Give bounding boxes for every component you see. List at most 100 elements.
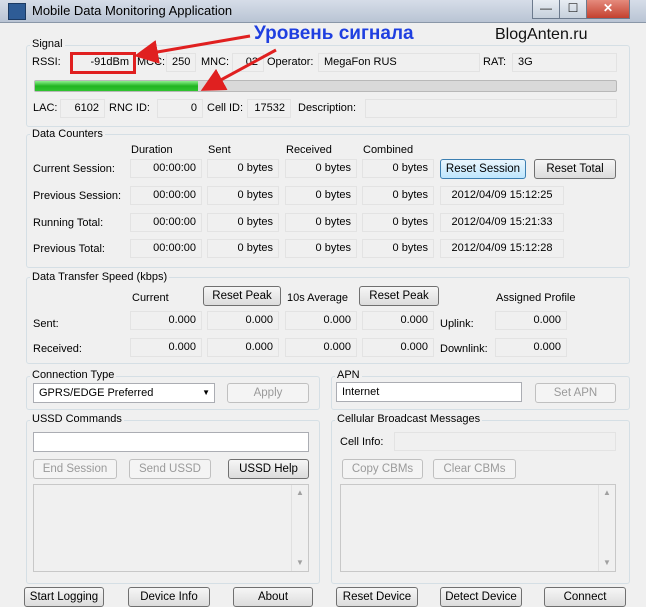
running-total-received: 0 bytes	[285, 213, 357, 232]
cell-id-value: 17532	[247, 99, 291, 118]
speed-group-label: Data Transfer Speed (kbps)	[30, 271, 170, 283]
device-info-button[interactable]: Device Info	[128, 587, 210, 607]
end-session-button[interactable]: End Session	[33, 459, 117, 479]
downlink-value: 0.000	[495, 338, 567, 357]
previous-session-label: Previous Session:	[33, 190, 122, 202]
previous-session-time: 2012/04/09 15:12:25	[440, 186, 564, 205]
lac-label: LAC:	[33, 102, 58, 114]
app-window: Mobile Data Monitoring Application — ☐ ✕…	[0, 0, 646, 607]
mnc-label: MNC:	[201, 56, 230, 68]
connection-type-selected: GPRS/EDGE Preferred	[39, 387, 154, 399]
title-bar: Mobile Data Monitoring Application — ☐ ✕	[0, 0, 646, 23]
scroll-up-icon[interactable]: ▲	[292, 485, 308, 501]
previous-session-sent: 0 bytes	[207, 186, 279, 205]
running-total-duration: 00:00:00	[130, 213, 202, 232]
sent-average-peak: 0.000	[362, 311, 434, 330]
ussd-help-button[interactable]: USSD Help	[228, 459, 309, 479]
rat-label: RAT:	[483, 56, 507, 68]
previous-session-combined: 0 bytes	[362, 186, 434, 205]
current-speed-header: Current	[132, 292, 169, 304]
current-session-duration: 00:00:00	[130, 159, 202, 178]
sent-header: Sent	[208, 144, 231, 156]
clear-cbms-button[interactable]: Clear CBMs	[433, 459, 516, 479]
app-icon	[8, 3, 26, 20]
set-apn-button[interactable]: Set APN	[535, 383, 616, 403]
start-logging-button[interactable]: Start Logging	[24, 587, 104, 607]
downlink-label: Downlink:	[440, 343, 488, 355]
received-speed-label: Received:	[33, 343, 82, 355]
description-label: Description:	[298, 102, 357, 114]
previous-total-combined: 0 bytes	[362, 239, 434, 258]
data-counters-label: Data Counters	[30, 128, 105, 140]
rssi-highlight-box	[70, 52, 136, 74]
close-button[interactable]: ✕	[586, 0, 630, 19]
minimize-button[interactable]: —	[532, 0, 560, 19]
cbm-label: Cellular Broadcast Messages	[335, 413, 483, 425]
connection-type-select[interactable]: GPRS/EDGE Preferred ▼	[33, 383, 215, 403]
reset-peak-button-1[interactable]: Reset Peak	[203, 286, 281, 306]
current-session-sent: 0 bytes	[207, 159, 279, 178]
current-session-label: Current Session:	[33, 163, 115, 175]
reset-device-button[interactable]: Reset Device	[336, 587, 418, 607]
received-average: 0.000	[285, 338, 357, 357]
mcc-value: 250	[166, 53, 196, 72]
ussd-input[interactable]	[33, 432, 309, 452]
rnc-value: 0	[157, 99, 203, 118]
scroll-down-icon[interactable]: ▼	[599, 555, 615, 571]
assigned-profile-header: Assigned Profile	[496, 292, 576, 304]
received-current: 0.000	[130, 338, 202, 357]
rnc-label: RNC ID:	[109, 102, 150, 114]
apn-input[interactable]: Internet	[336, 382, 522, 402]
about-button[interactable]: About	[233, 587, 313, 607]
sent-average: 0.000	[285, 311, 357, 330]
apply-button[interactable]: Apply	[227, 383, 309, 403]
mnc-value: 02	[232, 53, 264, 72]
received-peak: 0.000	[207, 338, 279, 357]
lac-value: 6102	[60, 99, 105, 118]
running-total-sent: 0 bytes	[207, 213, 279, 232]
detect-device-button[interactable]: Detect Device	[440, 587, 522, 607]
current-session-combined: 0 bytes	[362, 159, 434, 178]
received-header: Received	[286, 144, 332, 156]
scroll-down-icon[interactable]: ▼	[292, 555, 308, 571]
cell-info-label: Cell Info:	[340, 436, 384, 448]
previous-total-received: 0 bytes	[285, 239, 357, 258]
cbm-message-area[interactable]: ▲ ▼	[340, 484, 616, 572]
running-total-combined: 0 bytes	[362, 213, 434, 232]
previous-total-duration: 00:00:00	[130, 239, 202, 258]
cbm-scrollbar[interactable]: ▲ ▼	[598, 485, 615, 571]
window-title: Mobile Data Monitoring Application	[32, 3, 233, 18]
ussd-response-area[interactable]: ▲ ▼	[33, 484, 309, 572]
send-ussd-button[interactable]: Send USSD	[129, 459, 211, 479]
reset-total-button[interactable]: Reset Total	[534, 159, 616, 179]
copy-cbms-button[interactable]: Copy CBMs	[342, 459, 423, 479]
scroll-up-icon[interactable]: ▲	[599, 485, 615, 501]
current-session-received: 0 bytes	[285, 159, 357, 178]
reset-peak-button-2[interactable]: Reset Peak	[359, 286, 439, 306]
combined-header: Combined	[363, 144, 414, 156]
signal-group-label: Signal	[30, 38, 65, 50]
reset-session-button[interactable]: Reset Session	[440, 159, 526, 179]
connection-type-label: Connection Type	[30, 369, 117, 381]
sent-peak: 0.000	[207, 311, 279, 330]
sent-speed-label: Sent:	[33, 318, 59, 330]
sent-current: 0.000	[130, 311, 202, 330]
connect-button[interactable]: Connect	[544, 587, 626, 607]
uplink-value: 0.000	[495, 311, 567, 330]
ussd-scrollbar[interactable]: ▲ ▼	[291, 485, 308, 571]
uplink-label: Uplink:	[440, 318, 474, 330]
apn-label: APN	[335, 369, 362, 381]
avg10-header: 10s Average	[287, 292, 348, 304]
maximize-button[interactable]: ☐	[559, 0, 587, 19]
previous-total-sent: 0 bytes	[207, 239, 279, 258]
chevron-down-icon: ▼	[202, 388, 210, 397]
duration-header: Duration	[131, 144, 173, 156]
running-total-label: Running Total:	[33, 217, 104, 229]
cell-id-label: Cell ID:	[207, 102, 244, 114]
received-average-peak: 0.000	[362, 338, 434, 357]
rat-value: 3G	[512, 53, 617, 72]
running-total-time: 2012/04/09 15:21:33	[440, 213, 564, 232]
previous-session-received: 0 bytes	[285, 186, 357, 205]
operator-label: Operator:	[267, 56, 314, 68]
cell-info-value	[394, 432, 616, 451]
